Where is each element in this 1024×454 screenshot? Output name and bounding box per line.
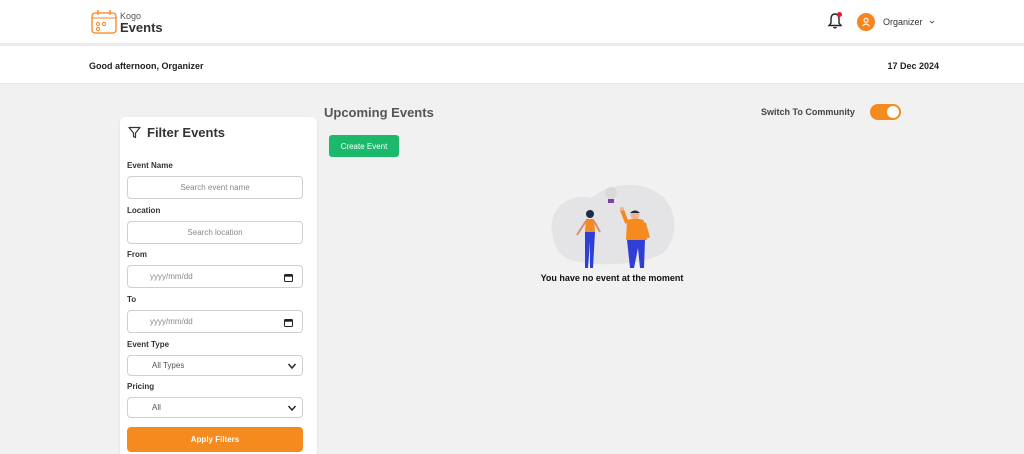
filter-panel: Filter Events Event Name Search event na… [120, 117, 317, 454]
user-icon [862, 17, 870, 27]
brand-name-small: Kogo [120, 10, 142, 21]
event-type-select[interactable]: All Types [127, 355, 303, 376]
to-label: To [127, 295, 137, 304]
from-date-placeholder: yyyy/mm/dd [150, 272, 193, 281]
empty-state-illustration [551, 184, 675, 268]
calendar-icon[interactable] [284, 273, 293, 282]
top-navbar: Kogo Events Organizer [0, 0, 1024, 44]
chevron-down-icon [929, 20, 934, 24]
pricing-label: Pricing [127, 382, 155, 391]
event-type-value: All Types [152, 361, 185, 370]
page-title: Upcoming Events [324, 105, 434, 120]
location-input[interactable]: Search location [127, 221, 303, 244]
user-name: Organizer [883, 17, 923, 27]
to-date-placeholder: yyyy/mm/dd [150, 317, 193, 326]
filter-title-text: Filter Events [147, 125, 226, 140]
apply-filters-button[interactable]: Apply Filters [127, 427, 303, 452]
switch-community-toggle[interactable] [870, 104, 901, 120]
pricing-select[interactable]: All [127, 397, 303, 418]
chevron-down-icon [287, 405, 297, 412]
current-date: 17 Dec 2024 [887, 61, 939, 71]
empty-state-message: You have no event at the moment [540, 273, 684, 283]
notification-badge [837, 12, 842, 17]
brand-name-big: Events [120, 19, 163, 35]
calendar-icon[interactable] [284, 318, 293, 327]
notifications-button[interactable] [827, 12, 843, 30]
from-label: From [127, 250, 147, 259]
event-type-label: Event Type [127, 340, 170, 349]
event-name-input[interactable]: Search event name [127, 176, 303, 199]
calendar-logo-icon [91, 10, 117, 34]
location-label: Location [127, 206, 161, 215]
greeting-text: Good afternoon, Organizer [89, 61, 204, 71]
event-name-label: Event Name [127, 161, 173, 170]
filter-title: Filter Events [128, 125, 225, 140]
to-date-input[interactable]: yyyy/mm/dd [127, 310, 303, 333]
user-menu[interactable]: Organizer [857, 13, 935, 31]
from-date-input[interactable]: yyyy/mm/dd [127, 265, 303, 288]
avatar [857, 13, 875, 31]
pricing-value: All [152, 403, 161, 412]
chevron-down-icon [287, 363, 297, 370]
toggle-knob [887, 106, 899, 118]
greeting-bar: Good afternoon, Organizer 17 Dec 2024 [0, 45, 1024, 84]
filter-icon [128, 126, 141, 139]
brand-logo[interactable]: Kogo Events [91, 9, 163, 35]
switch-community-label: Switch To Community [761, 107, 855, 117]
create-event-button[interactable]: Create Event [329, 135, 399, 157]
